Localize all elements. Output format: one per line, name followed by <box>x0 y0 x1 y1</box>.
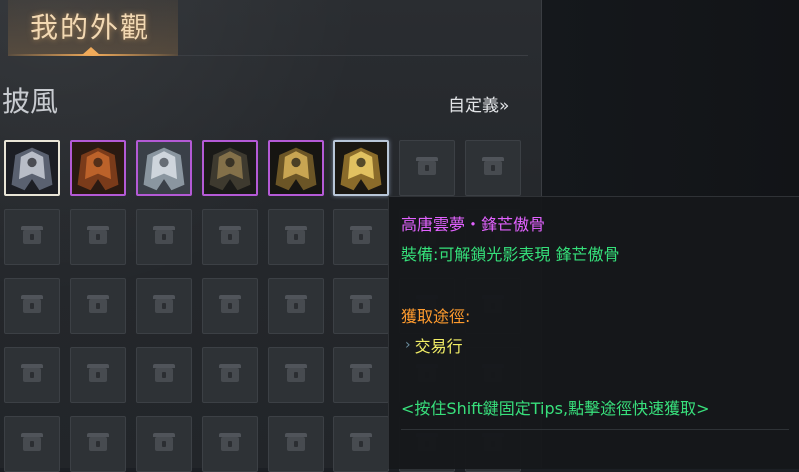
lock-icon <box>350 433 372 451</box>
lock-icon <box>153 226 175 244</box>
cape-slot-empty[interactable] <box>202 416 258 472</box>
cape-slot-empty[interactable] <box>202 209 258 265</box>
lock-icon <box>21 433 43 451</box>
lock-icon <box>416 157 438 175</box>
tooltip-source-label: 交易行 <box>414 337 463 356</box>
section-title-cape: 披風 <box>2 85 59 118</box>
lock-icon <box>482 157 504 175</box>
cape-slot-empty[interactable] <box>4 416 60 472</box>
tooltip-source-title: 獲取途徑: <box>401 307 471 326</box>
lock-icon <box>219 364 241 382</box>
lock-icon <box>285 364 307 382</box>
cape-slot-filled[interactable] <box>202 140 258 196</box>
lock-icon <box>87 226 109 244</box>
chevron-right-icon: › <box>405 337 411 353</box>
cape-slot-empty[interactable] <box>268 278 324 334</box>
cape-slot-empty[interactable] <box>268 416 324 472</box>
cape-slot-empty[interactable] <box>70 347 126 403</box>
lock-icon <box>87 364 109 382</box>
cape-slot-filled[interactable] <box>136 140 192 196</box>
cape-slot-empty[interactable] <box>268 209 324 265</box>
cape-slot-empty[interactable] <box>70 416 126 472</box>
cape-slot-filled[interactable] <box>70 140 126 196</box>
lock-icon <box>153 433 175 451</box>
item-tooltip: 高唐雲夢・鋒芒傲骨 裝備:可解鎖光影表現 鋒芒傲骨 獲取途徑: › 交易行 <按… <box>388 196 799 469</box>
tooltip-source-link[interactable]: › 交易行 <box>405 333 463 357</box>
cape-slot-empty[interactable] <box>399 140 455 196</box>
cape-slot-filled[interactable] <box>268 140 324 196</box>
lock-icon <box>21 364 43 382</box>
cape-slot-empty[interactable] <box>4 209 60 265</box>
cape-item-2-icon <box>72 142 124 194</box>
cape-slot-empty[interactable] <box>333 209 389 265</box>
cape-item-6-icon <box>335 142 387 194</box>
tooltip-equip-effect: 裝備:可解鎖光影表現 鋒芒傲骨 <box>401 245 620 264</box>
cape-slot-empty[interactable] <box>70 209 126 265</box>
cape-slot-empty[interactable] <box>333 416 389 472</box>
cape-slot-empty[interactable] <box>4 347 60 403</box>
lock-icon <box>350 226 372 244</box>
lock-icon <box>285 295 307 313</box>
lock-icon <box>153 364 175 382</box>
tooltip-hint: <按住Shift鍵固定Tips,點擊途徑快速獲取> <box>401 399 710 418</box>
lock-icon <box>350 295 372 313</box>
cape-item-5-icon <box>270 142 322 194</box>
cape-slot-empty[interactable] <box>268 347 324 403</box>
lock-icon <box>87 295 109 313</box>
lock-icon <box>219 226 241 244</box>
tooltip-item-name: 高唐雲夢・鋒芒傲骨 <box>401 215 546 234</box>
lock-icon <box>153 295 175 313</box>
lock-icon <box>87 433 109 451</box>
cape-slot-empty[interactable] <box>202 278 258 334</box>
tooltip-divider <box>401 429 789 430</box>
cape-slot-empty[interactable] <box>333 347 389 403</box>
lock-icon <box>350 364 372 382</box>
lock-icon <box>285 226 307 244</box>
cape-slot-empty[interactable] <box>70 278 126 334</box>
cape-slot-empty[interactable] <box>136 416 192 472</box>
cape-item-1-icon <box>6 142 58 194</box>
cape-slot-empty[interactable] <box>333 278 389 334</box>
lock-icon <box>21 295 43 313</box>
cape-slot-empty[interactable] <box>136 278 192 334</box>
lock-icon <box>219 433 241 451</box>
cape-slot-empty[interactable] <box>136 347 192 403</box>
cape-slot-empty[interactable] <box>202 347 258 403</box>
lock-icon <box>219 295 241 313</box>
tab-indicator-icon <box>82 47 100 55</box>
page-title: 我的外觀 <box>30 11 151 44</box>
divider <box>178 55 528 56</box>
cape-item-4-icon <box>204 142 256 194</box>
cape-slot-empty[interactable] <box>465 140 521 196</box>
cape-item-3-icon <box>138 142 190 194</box>
cape-slot-empty[interactable] <box>4 278 60 334</box>
cape-slot-filled[interactable] <box>4 140 60 196</box>
cape-slot-empty[interactable] <box>136 209 192 265</box>
customize-button[interactable]: 自定義» <box>448 91 509 116</box>
lock-icon <box>285 433 307 451</box>
cape-slot-filled[interactable] <box>333 140 389 196</box>
lock-icon <box>21 226 43 244</box>
